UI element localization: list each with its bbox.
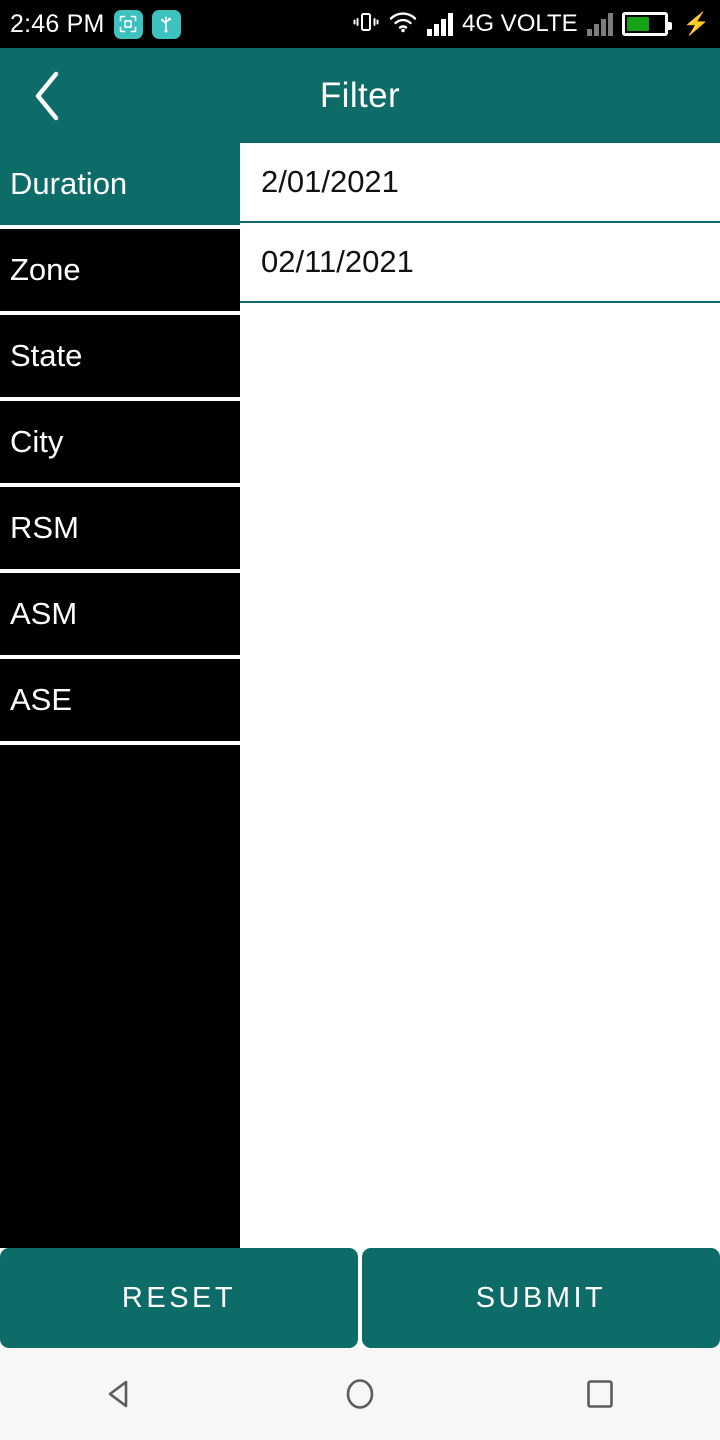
sidebar-item-label: Duration: [10, 166, 128, 201]
status-bar-right: 4G VOLTE ⚡: [353, 10, 720, 39]
page-title: Filter: [319, 75, 401, 115]
signal-bars-secondary-icon: [586, 12, 613, 36]
sidebar-item-city[interactable]: City: [0, 401, 240, 487]
sidebar-empty-space: [0, 745, 240, 1248]
nav-recents-square-icon: [587, 1380, 613, 1408]
status-clock: 2:46 PM: [10, 9, 105, 38]
screenshot-badge-icon: [113, 9, 143, 39]
sidebar-item-label: ASM: [10, 596, 78, 631]
filter-detail-panel: 2/01/2021 02/11/2021: [240, 143, 720, 1248]
charging-bolt-icon: ⚡: [682, 11, 710, 36]
nav-home-circle-icon: [346, 1379, 374, 1409]
network-label: 4G VOLTE: [462, 10, 578, 37]
from-date-field[interactable]: 2/01/2021: [240, 143, 720, 223]
android-nav-bar: [0, 1348, 720, 1440]
nav-home-button[interactable]: [300, 1348, 420, 1440]
nav-back-triangle-icon: [108, 1380, 128, 1408]
status-bar-left: 2:46 PM: [0, 9, 181, 39]
content-area: Duration Zone State City RSM ASM ASE 2/0…: [0, 143, 720, 1248]
to-date-value: 02/11/2021: [261, 244, 414, 279]
from-date-value: 2/01/2021: [261, 164, 399, 199]
vibrate-icon: [353, 10, 379, 39]
sidebar-item-label: Zone: [10, 252, 81, 287]
sidebar-item-zone[interactable]: Zone: [0, 229, 240, 315]
wifi-icon: [388, 10, 418, 39]
sidebar-item-asm[interactable]: ASM: [0, 573, 240, 659]
sidebar-item-ase[interactable]: ASE: [0, 659, 240, 745]
nav-recents-button[interactable]: [540, 1348, 660, 1440]
battery-icon: [621, 12, 672, 36]
filter-category-sidebar: Duration Zone State City RSM ASM ASE: [0, 143, 240, 1248]
sidebar-item-rsm[interactable]: RSM: [0, 487, 240, 573]
nav-back-button[interactable]: [60, 1348, 180, 1440]
phone-screen: 2:46 PM 4G VOLTE ⚡ Filter Duration Zone …: [0, 0, 720, 1440]
sidebar-item-label: City: [10, 424, 64, 459]
sidebar-item-state[interactable]: State: [0, 315, 240, 401]
action-bar: RESET SUBMIT: [0, 1248, 720, 1348]
app-bar: Filter: [0, 48, 720, 143]
signal-bars-icon: [427, 12, 453, 36]
battery-fill: [626, 17, 649, 31]
sidebar-item-duration[interactable]: Duration: [0, 143, 240, 229]
sidebar-item-label: ASE: [10, 682, 73, 717]
sidebar-item-label: State: [10, 338, 83, 373]
reset-button[interactable]: RESET: [0, 1248, 358, 1348]
to-date-field[interactable]: 02/11/2021: [240, 223, 720, 303]
sidebar-item-label: RSM: [10, 510, 79, 545]
usb-badge-icon: [151, 9, 181, 39]
status-bar: 2:46 PM 4G VOLTE ⚡: [0, 0, 720, 48]
submit-button[interactable]: SUBMIT: [362, 1248, 720, 1348]
